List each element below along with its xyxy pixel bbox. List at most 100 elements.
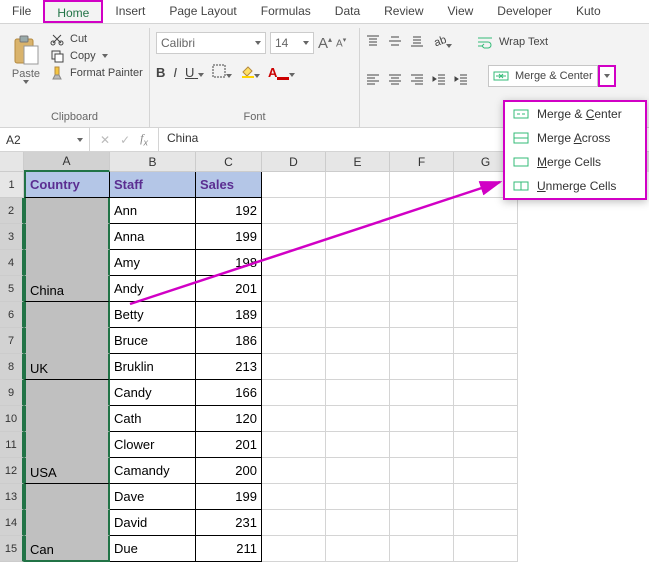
cell[interactable] bbox=[390, 432, 454, 458]
menu-unmerge-cells[interactable]: Unmerge Cells bbox=[505, 174, 645, 198]
italic-button[interactable]: I bbox=[173, 65, 177, 80]
align-middle-button[interactable] bbox=[388, 34, 402, 51]
bold-button[interactable]: B bbox=[156, 65, 165, 80]
cell[interactable] bbox=[454, 354, 518, 380]
cell[interactable] bbox=[326, 302, 390, 328]
cell[interactable]: Betty bbox=[110, 302, 196, 328]
cell[interactable] bbox=[262, 276, 326, 302]
col-header-b[interactable]: B bbox=[110, 152, 196, 172]
cell[interactable]: Clower bbox=[110, 432, 196, 458]
increase-font-icon[interactable]: A▴ bbox=[318, 35, 332, 52]
cell[interactable]: Amy bbox=[110, 250, 196, 276]
cell[interactable] bbox=[390, 536, 454, 562]
row-header[interactable]: 12 bbox=[0, 458, 24, 484]
col-header-a[interactable]: A bbox=[24, 152, 110, 172]
cell[interactable] bbox=[326, 484, 390, 510]
row-header[interactable]: 4 bbox=[0, 250, 24, 276]
row-header[interactable]: 6 bbox=[0, 302, 24, 328]
cell[interactable]: Staff bbox=[110, 172, 196, 198]
cell[interactable] bbox=[262, 250, 326, 276]
cell[interactable]: Cath bbox=[110, 406, 196, 432]
col-header-d[interactable]: D bbox=[262, 152, 326, 172]
cell[interactable] bbox=[326, 198, 390, 224]
row-header[interactable]: 15 bbox=[0, 536, 24, 562]
cell[interactable]: 198 bbox=[196, 250, 262, 276]
cell[interactable] bbox=[454, 406, 518, 432]
cell[interactable]: 201 bbox=[196, 276, 262, 302]
cell[interactable] bbox=[24, 484, 110, 510]
cell[interactable]: UK bbox=[24, 354, 110, 380]
cell[interactable] bbox=[390, 250, 454, 276]
cell[interactable] bbox=[262, 458, 326, 484]
cell[interactable] bbox=[326, 380, 390, 406]
col-header-f[interactable]: F bbox=[390, 152, 454, 172]
cell[interactable]: Andy bbox=[110, 276, 196, 302]
row-header[interactable]: 11 bbox=[0, 432, 24, 458]
cell[interactable] bbox=[454, 302, 518, 328]
cell[interactable] bbox=[454, 458, 518, 484]
cell[interactable] bbox=[390, 276, 454, 302]
font-size-selector[interactable]: 14 bbox=[270, 32, 314, 54]
row-header[interactable]: 14 bbox=[0, 510, 24, 536]
cell[interactable] bbox=[390, 224, 454, 250]
cell[interactable]: 120 bbox=[196, 406, 262, 432]
merge-center-button[interactable]: Merge & Center bbox=[488, 65, 598, 87]
cell[interactable] bbox=[326, 536, 390, 562]
cell[interactable] bbox=[262, 328, 326, 354]
cell[interactable] bbox=[262, 510, 326, 536]
align-bottom-button[interactable] bbox=[410, 34, 424, 51]
decrease-indent-button[interactable] bbox=[432, 72, 446, 89]
tab-insert[interactable]: Insert bbox=[103, 0, 157, 23]
cell[interactable] bbox=[390, 354, 454, 380]
cell[interactable] bbox=[390, 172, 454, 198]
fill-color-button[interactable] bbox=[240, 64, 260, 81]
cell[interactable]: David bbox=[110, 510, 196, 536]
cell[interactable]: Due bbox=[110, 536, 196, 562]
cell[interactable]: Country bbox=[24, 172, 110, 198]
cell[interactable]: Can bbox=[24, 536, 110, 562]
cell[interactable] bbox=[390, 406, 454, 432]
increase-indent-button[interactable] bbox=[454, 72, 468, 89]
cell[interactable] bbox=[262, 302, 326, 328]
tab-data[interactable]: Data bbox=[323, 0, 372, 23]
cell[interactable]: Anna bbox=[110, 224, 196, 250]
cell[interactable] bbox=[262, 172, 326, 198]
cell[interactable] bbox=[454, 510, 518, 536]
align-top-button[interactable] bbox=[366, 34, 380, 51]
fx-icon[interactable]: fx bbox=[140, 131, 148, 147]
cell[interactable] bbox=[390, 458, 454, 484]
row-header[interactable]: 3 bbox=[0, 224, 24, 250]
orientation-button[interactable]: ab bbox=[432, 34, 452, 51]
cell[interactable] bbox=[24, 250, 110, 276]
menu-merge-across[interactable]: Merge Across bbox=[505, 126, 645, 150]
cell[interactable] bbox=[390, 198, 454, 224]
menu-merge-center[interactable]: Merge & Center bbox=[505, 102, 645, 126]
cell[interactable] bbox=[326, 458, 390, 484]
tab-page-layout[interactable]: Page Layout bbox=[157, 0, 248, 23]
cell[interactable] bbox=[326, 432, 390, 458]
merge-center-dropdown[interactable] bbox=[598, 65, 616, 87]
cell[interactable] bbox=[262, 224, 326, 250]
cell[interactable]: 231 bbox=[196, 510, 262, 536]
cell[interactable]: 192 bbox=[196, 198, 262, 224]
cell[interactable]: 189 bbox=[196, 302, 262, 328]
cell[interactable]: Bruklin bbox=[110, 354, 196, 380]
cell[interactable]: Dave bbox=[110, 484, 196, 510]
row-header[interactable]: 7 bbox=[0, 328, 24, 354]
enter-formula-icon[interactable]: ✓ bbox=[120, 133, 130, 147]
tab-view[interactable]: View bbox=[436, 0, 486, 23]
cut-button[interactable]: Cut bbox=[50, 32, 143, 46]
row-header[interactable]: 2 bbox=[0, 198, 24, 224]
cell[interactable] bbox=[24, 328, 110, 354]
wrap-text-button[interactable]: Wrap Text bbox=[472, 32, 553, 52]
copy-button[interactable]: Copy bbox=[50, 49, 143, 63]
cell[interactable] bbox=[326, 406, 390, 432]
cell[interactable]: 200 bbox=[196, 458, 262, 484]
align-left-button[interactable] bbox=[366, 72, 380, 89]
row-header[interactable]: 5 bbox=[0, 276, 24, 302]
cell[interactable] bbox=[24, 198, 110, 224]
cell[interactable] bbox=[326, 276, 390, 302]
cell[interactable] bbox=[262, 354, 326, 380]
cell[interactable] bbox=[24, 224, 110, 250]
cell[interactable] bbox=[390, 484, 454, 510]
